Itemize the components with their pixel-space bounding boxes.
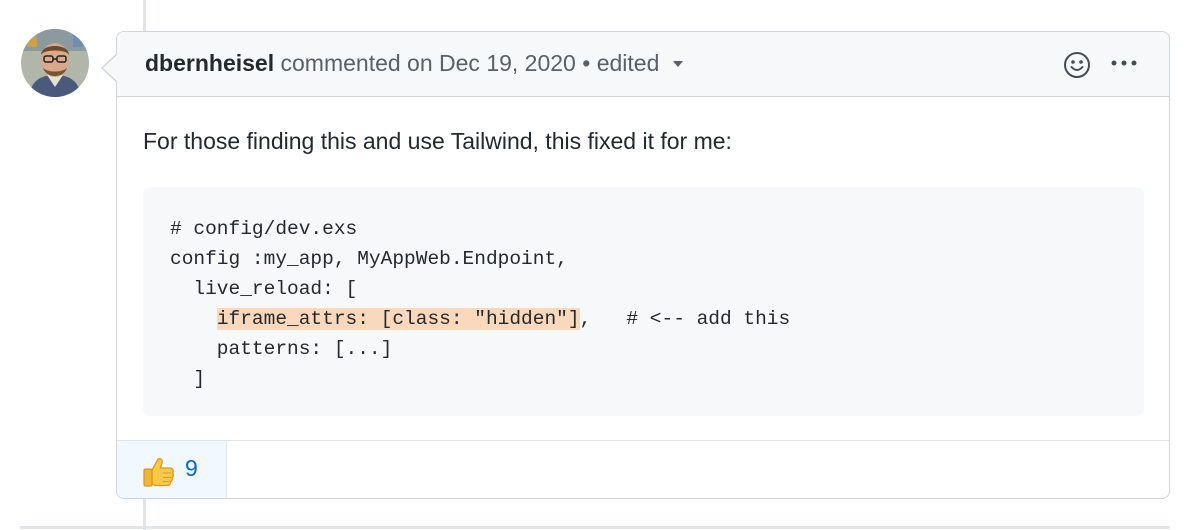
kebab-horizontal-icon xyxy=(1111,60,1137,66)
thumbs-up-reaction-button[interactable]: 9 xyxy=(117,441,227,498)
chevron-down-icon xyxy=(673,61,684,67)
code-line-highlighted: iframe_attrs: [class: "hidden"], # <-- a… xyxy=(170,304,1144,334)
issue-timeline: dbernheisel commented on Dec 19, 2020 • … xyxy=(0,0,1200,530)
author-link[interactable]: dbernheisel xyxy=(145,50,274,76)
more-options-button[interactable] xyxy=(1107,48,1141,78)
timeline-divider xyxy=(20,526,1170,529)
comment-header: dbernheisel commented on Dec 19, 2020 • … xyxy=(117,32,1169,97)
code-line: live_reload: [ xyxy=(170,278,358,300)
comment-box: dbernheisel commented on Dec 19, 2020 • … xyxy=(116,31,1170,499)
code-comment: , # <-- add this xyxy=(579,308,791,330)
meta-separator: • xyxy=(582,50,591,76)
comment-body: For those finding this and use Tailwind,… xyxy=(117,126,1169,416)
code-line: # config/dev.exs xyxy=(170,218,358,240)
code-line: config :my_app, MyAppWeb.Endpoint, xyxy=(170,248,568,270)
thumbs-up-icon xyxy=(143,457,175,487)
code-highlight: iframe_attrs: [class: "hidden"] xyxy=(216,308,580,330)
comment-pointer-fill xyxy=(103,54,118,82)
code-line: ] xyxy=(170,368,206,390)
comment-date[interactable]: Dec 19, 2020 xyxy=(439,50,576,76)
code-block: # config/dev.exs config :my_app, MyAppWe… xyxy=(143,187,1144,416)
avatar[interactable] xyxy=(21,29,89,97)
edited-dropdown[interactable]: edited xyxy=(597,50,684,76)
smiley-icon xyxy=(1064,52,1090,78)
code-line: patterns: [...] xyxy=(170,338,393,360)
add-reaction-button[interactable] xyxy=(1063,51,1091,79)
comment-text: For those finding this and use Tailwind,… xyxy=(143,128,732,154)
reaction-count: 9 xyxy=(185,455,198,481)
edited-label: edited xyxy=(596,50,660,76)
comment-action: commented on xyxy=(280,50,433,76)
reactions-bar: 9 xyxy=(117,440,1169,498)
comment-meta: dbernheisel commented on Dec 19, 2020 • … xyxy=(145,50,684,77)
